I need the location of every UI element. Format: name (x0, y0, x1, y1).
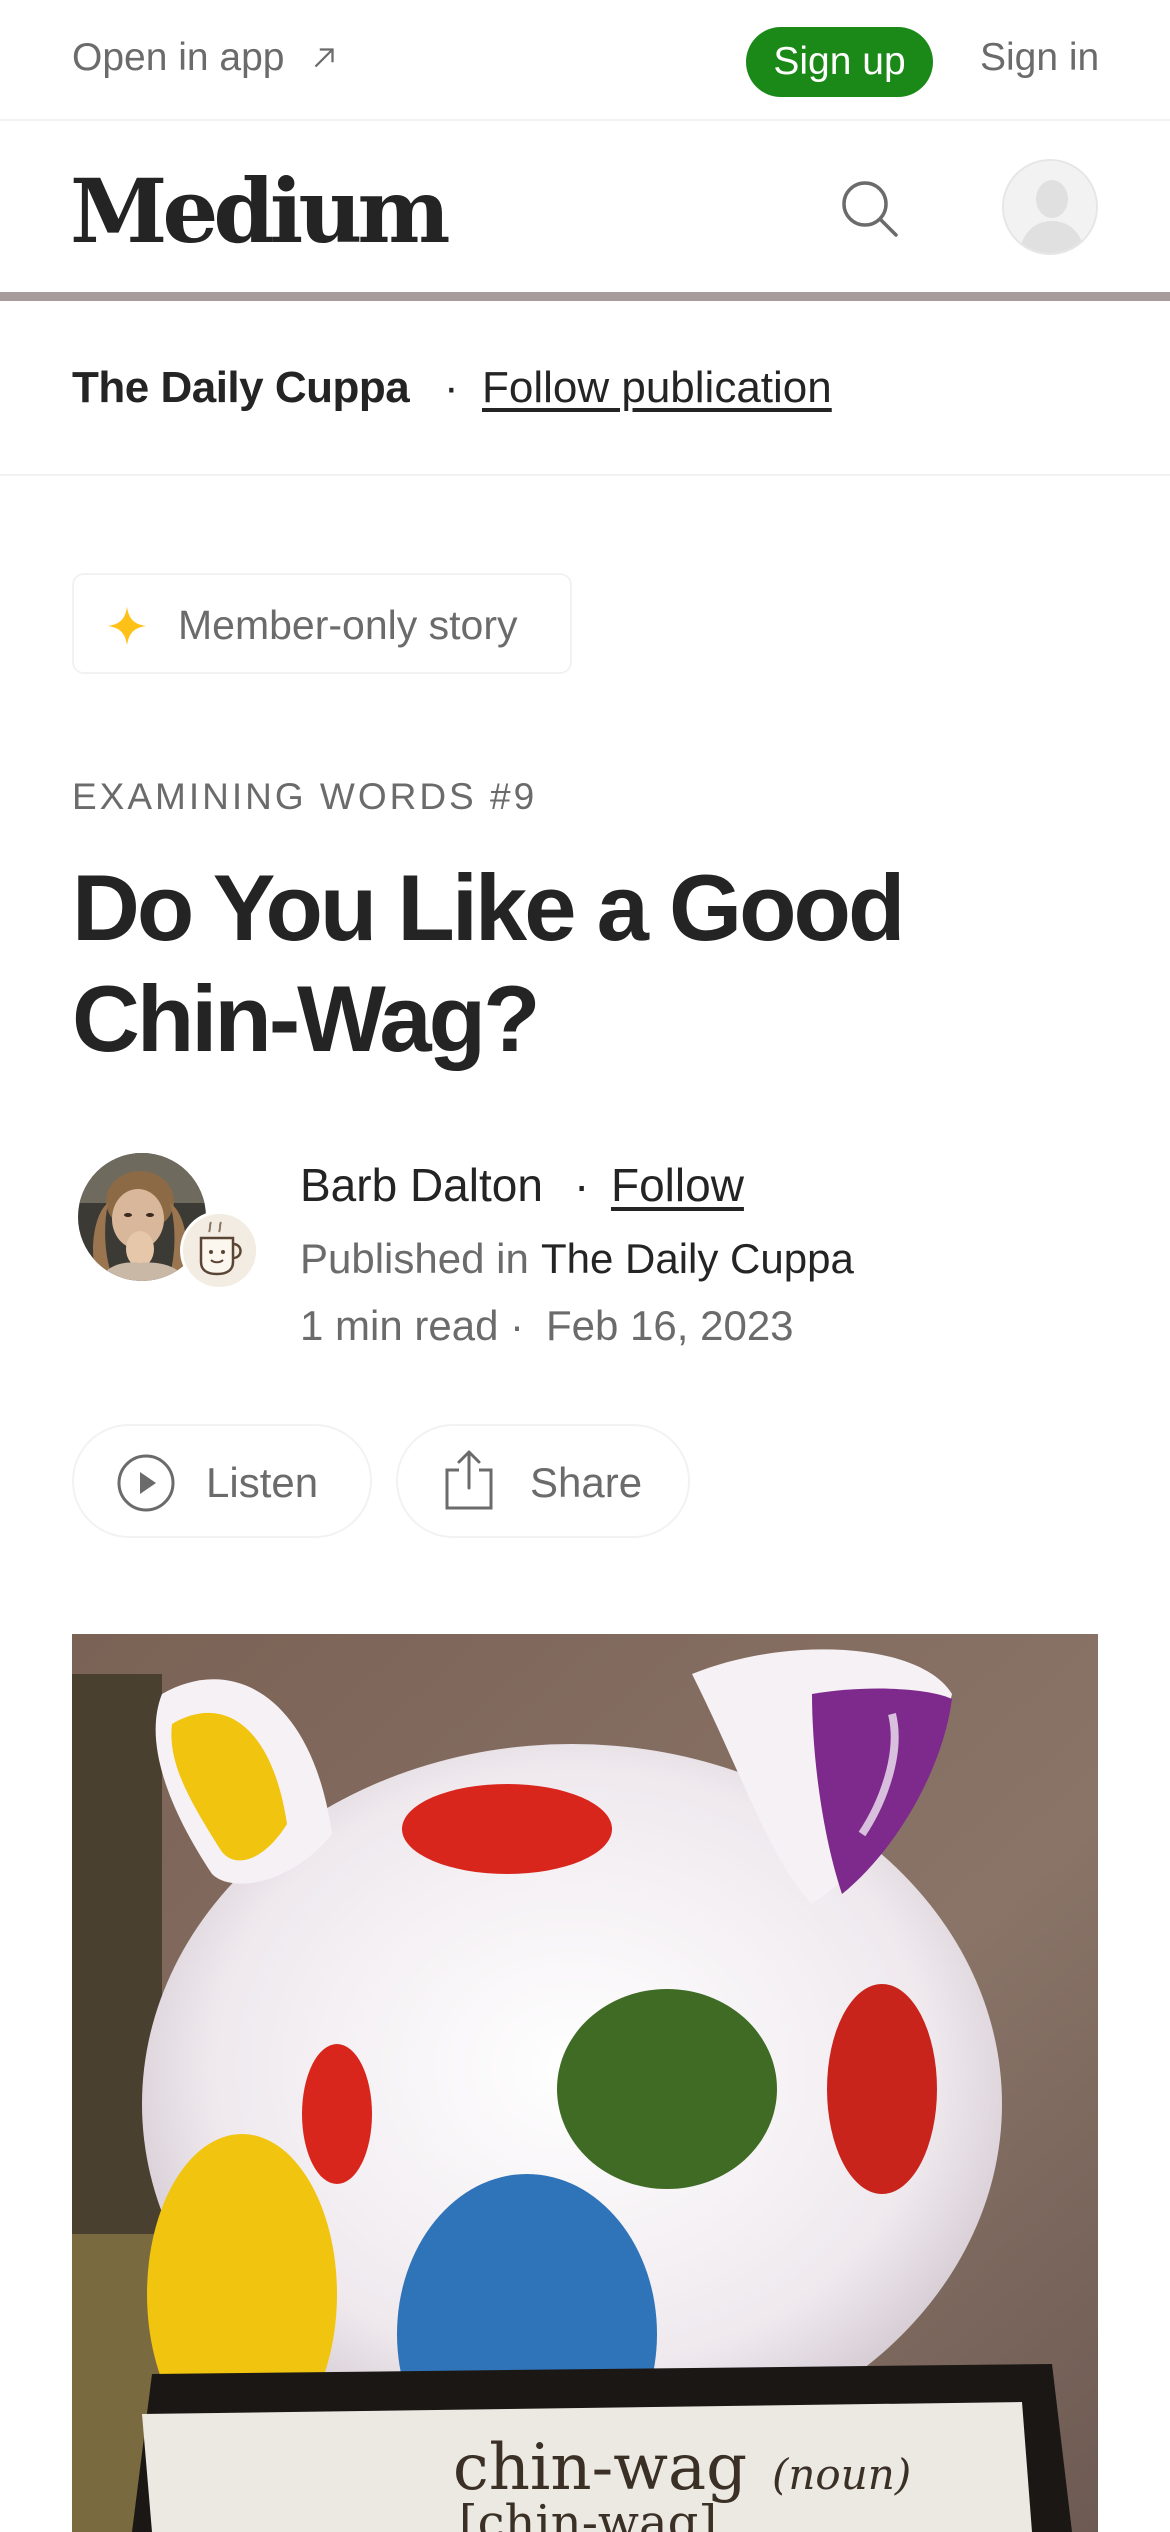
card-word-text: chin-wag (453, 2431, 747, 2505)
card-pos-text: (noun) (772, 2450, 911, 2499)
article-hero-image: chin-wag (noun) [chin-wag] (72, 1634, 1098, 2532)
member-only-badge: Member-only story (72, 573, 572, 674)
medium-logo[interactable]: Medium (70, 159, 450, 263)
read-time: 1 min read (300, 1302, 499, 1349)
article-title: Do You Like a Good Chin-Wag? (72, 855, 905, 1071)
star-icon (107, 606, 147, 646)
listen-button[interactable]: Listen (72, 1424, 372, 1538)
site-header: Medium (0, 121, 1170, 293)
piggy-bank-photo: chin-wag (noun) [chin-wag] (72, 1634, 1098, 2532)
play-circle-icon (117, 1454, 175, 1512)
user-avatar-icon (1004, 161, 1096, 253)
follow-author-link[interactable]: Follow (611, 1158, 744, 1212)
share-icon (445, 1450, 493, 1510)
meta-separator: · (510, 1302, 524, 1349)
sign-in-link[interactable]: Sign in (980, 36, 1099, 80)
published-in-label: Published in (300, 1235, 529, 1282)
published-in-publication-link[interactable]: The Daily Cuppa (541, 1235, 854, 1283)
publication-avatar[interactable] (180, 1211, 259, 1290)
open-in-app-link[interactable]: Open in app (72, 36, 341, 80)
search-icon (842, 181, 898, 237)
publication-name[interactable]: The Daily Cuppa (72, 363, 410, 413)
sign-up-button[interactable]: Sign up (746, 27, 933, 97)
top-bar: Open in app Sign up Sign in (0, 0, 1170, 121)
author-separator: · (574, 1159, 590, 1211)
publish-date: Feb 16, 2023 (546, 1302, 794, 1349)
publication-separator: · (444, 363, 459, 412)
follow-publication-link[interactable]: Follow publication (482, 363, 832, 413)
author-name[interactable]: Barb Dalton (300, 1158, 543, 1212)
share-label: Share (530, 1459, 643, 1506)
publication-bar: The Daily Cuppa · Follow publication (0, 301, 1170, 476)
cup-logo-icon (183, 1214, 256, 1287)
search-button[interactable] (838, 177, 900, 239)
user-avatar-button[interactable] (1002, 159, 1098, 255)
share-button[interactable]: Share (396, 1424, 690, 1538)
listen-label: Listen (206, 1459, 319, 1506)
card-pronunciation-text: [chin-wag] (459, 2495, 717, 2532)
reading-progress-bar (0, 292, 1170, 301)
member-only-label: Member-only story (178, 602, 518, 648)
article-kicker: EXAMINING WORDS #9 (72, 776, 538, 817)
open-in-app-label: Open in app (72, 36, 285, 79)
arrow-up-right-icon (314, 48, 334, 68)
